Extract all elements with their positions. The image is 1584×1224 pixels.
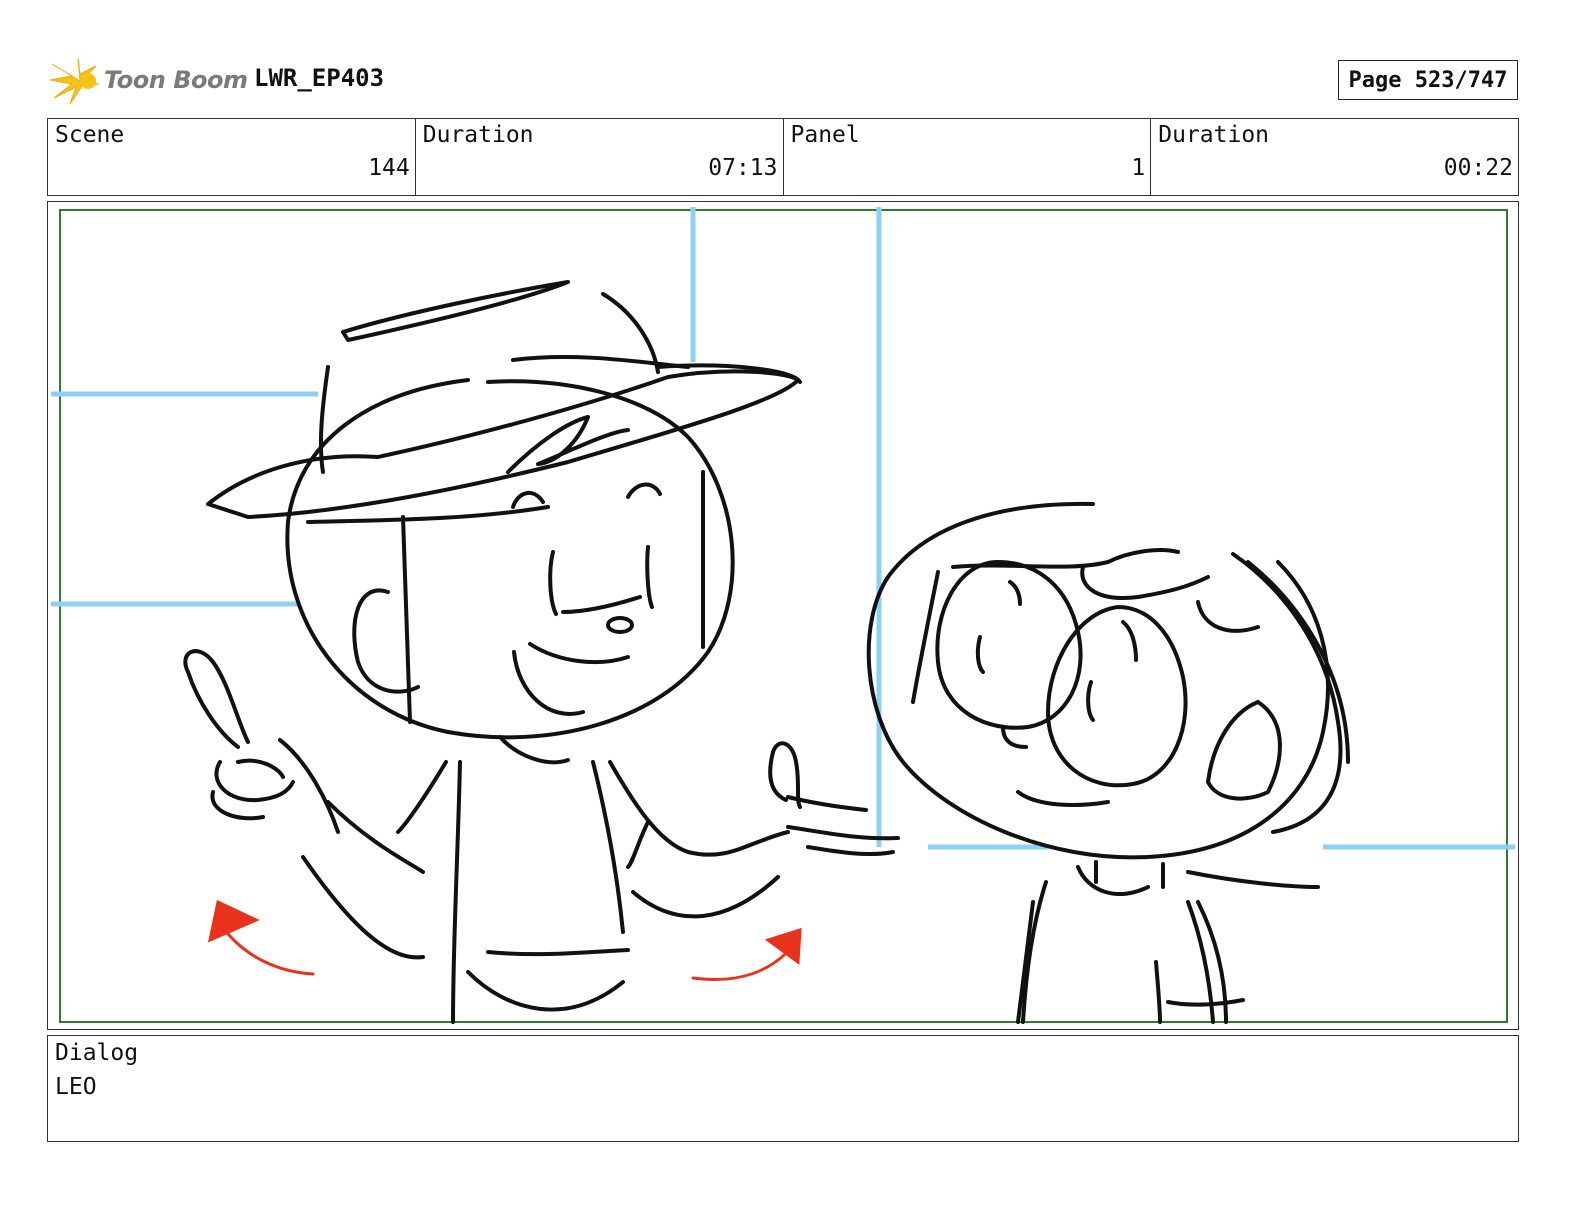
dialog-text: LEO: [55, 1074, 97, 1100]
panel-duration-label: Duration: [1158, 122, 1270, 148]
panel-sketch: [51, 207, 1515, 1024]
page-counter: Page 523/747: [1338, 60, 1518, 100]
scene-info-row: Scene 144 Duration 07:13 Panel 1 Duratio…: [47, 118, 1519, 196]
scene-duration-label: Duration: [422, 122, 534, 148]
camera-frame: [59, 209, 1508, 1023]
scene-duration-value: 07:13: [708, 155, 778, 181]
project-title: LWR_EP403: [254, 64, 385, 92]
panel-duration-cell: Duration 00:22: [1151, 119, 1518, 195]
storyboard-panel: [47, 201, 1519, 1030]
scene-duration-cell: Duration 07:13: [416, 119, 784, 195]
panel-duration-value: 00:22: [1443, 155, 1513, 181]
toon-boom-logo: Toon Boom: [50, 56, 248, 106]
scene-value: 144: [368, 155, 410, 181]
panel-label: Panel: [790, 122, 860, 148]
scene-cell: Scene 144: [48, 119, 416, 195]
starburst-icon: [50, 57, 100, 105]
scene-label: Scene: [55, 122, 125, 148]
dialog-label: Dialog: [55, 1040, 139, 1066]
panel-cell: Panel 1: [784, 119, 1152, 195]
dialog-box: Dialog LEO: [47, 1035, 1519, 1142]
background-guides: [51, 207, 1515, 850]
logo-text: Toon Boom: [104, 66, 248, 94]
panel-value: 1: [1131, 155, 1146, 181]
girl-sketch: [866, 501, 1350, 1024]
